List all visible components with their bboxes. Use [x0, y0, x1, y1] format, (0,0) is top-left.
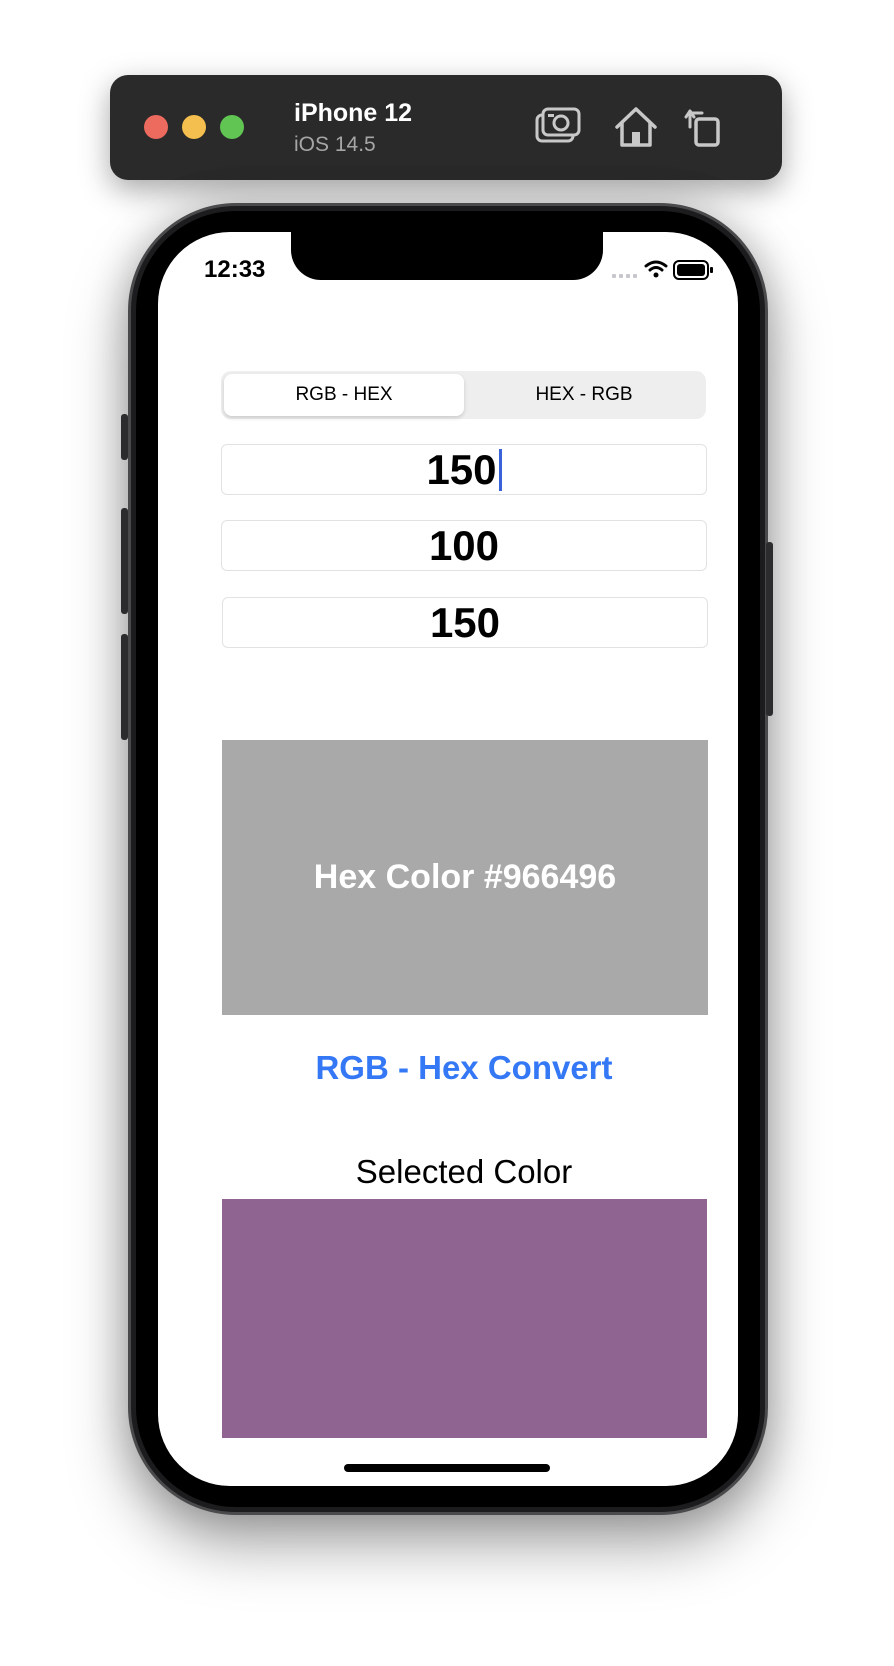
home-indicator[interactable] [344, 1464, 550, 1472]
screenshot-icon [535, 107, 581, 143]
mute-switch [121, 414, 128, 460]
close-window-button[interactable] [144, 115, 168, 139]
segment-rgb-hex[interactable]: RGB - HEX [224, 374, 464, 416]
red-input[interactable]: 150 [221, 444, 707, 495]
rotate-button[interactable] [682, 105, 730, 149]
cellular-signal-icon [612, 274, 637, 278]
convert-button[interactable]: RGB - Hex Convert [221, 1044, 707, 1092]
device-name: iPhone 12 [294, 99, 413, 127]
text-cursor [498, 448, 502, 491]
selected-color-swatch [222, 1199, 707, 1438]
os-version: iOS 14.5 [294, 133, 376, 156]
minimize-window-button[interactable] [182, 115, 206, 139]
green-input[interactable]: 100 [221, 520, 707, 571]
volume-up-button [121, 508, 128, 614]
wifi-icon [644, 260, 668, 278]
status-time: 12:33 [204, 256, 266, 283]
conversion-mode-segmented-control: RGB - HEX HEX - RGB [221, 371, 706, 419]
home-icon [615, 107, 657, 147]
notch [291, 232, 603, 280]
green-value: 100 [428, 521, 500, 569]
status-indicators [606, 258, 718, 282]
blue-value: 150 [429, 598, 501, 646]
hex-color-display: Hex Color #966496 [222, 740, 708, 1015]
power-button [766, 542, 773, 716]
segment-hex-rgb[interactable]: HEX - RGB [464, 374, 704, 416]
blue-input[interactable]: 150 [222, 597, 708, 648]
hex-color-label: Hex Color #966496 [313, 858, 617, 896]
screenshot-button[interactable] [534, 105, 582, 149]
selected-color-label: Selected Color [355, 1153, 573, 1190]
rotate-icon [684, 109, 720, 147]
zoom-window-button[interactable] [220, 115, 244, 139]
phone-screen: 12:33 RGB - HEX HEX - RGB 150 100 150 He… [158, 232, 738, 1486]
red-value: 150 [426, 445, 497, 493]
simulator-title-bar: iPhone 12 iOS 14.5 [110, 75, 782, 180]
volume-down-button [121, 634, 128, 740]
battery-icon [673, 260, 713, 280]
home-button[interactable] [612, 105, 660, 149]
